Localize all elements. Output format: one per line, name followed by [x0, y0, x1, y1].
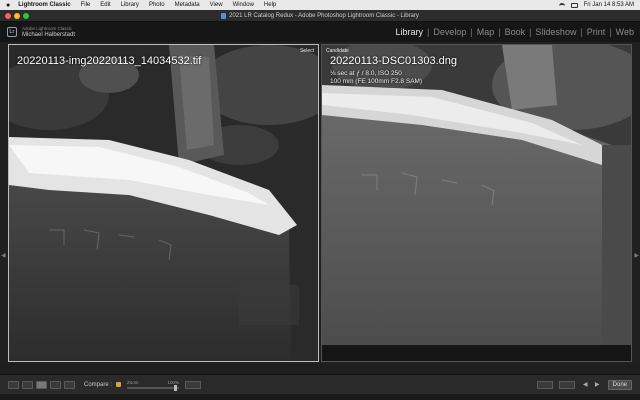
loupe-view-button[interactable] [22, 380, 33, 389]
module-library[interactable]: Library [395, 27, 423, 37]
previous-photo-arrow-icon[interactable]: ◀ [581, 381, 590, 388]
select-filename: 20220113-img20220113_14034532.tif [17, 55, 202, 67]
module-print[interactable]: Print [587, 27, 606, 37]
select-pane[interactable]: Select 20220113-img20220113_14034532.tif [8, 44, 319, 362]
module-separator: | [609, 27, 612, 37]
close-window-button[interactable] [5, 13, 11, 19]
identity-plate: Lr Adobe Lightroom Classic Michael Halbe… [0, 22, 640, 42]
wifi-icon[interactable] [558, 2, 565, 8]
module-separator: | [529, 27, 532, 37]
identity-user-name: Michael Halberstadt [22, 32, 76, 38]
zoom-label: Zoom [127, 380, 139, 385]
module-web[interactable]: Web [616, 27, 634, 37]
menu-library[interactable]: Library [121, 2, 139, 8]
menu-clock[interactable]: Fri Jan 14 8:53 AM [584, 2, 634, 8]
toolbar-right-controls: ◀ ▶ Done [536, 379, 632, 390]
zoom-control: Zoom 100% [127, 380, 180, 391]
window-title: 2021 LR Catalog Redux - Adobe Photoshop … [229, 12, 419, 19]
menu-app-name[interactable]: Lightroom Classic [18, 2, 70, 8]
select-photo [9, 45, 318, 361]
macos-menu-bar: ● Lightroom Classic File Edit Library Ph… [0, 0, 640, 10]
menu-file[interactable]: File [81, 2, 91, 8]
window-title-bar: 2021 LR Catalog Redux - Adobe Photoshop … [0, 10, 640, 22]
module-book[interactable]: Book [505, 27, 526, 37]
grid-view-button[interactable] [8, 380, 19, 389]
menu-view[interactable]: View [210, 2, 223, 8]
zoom-slider[interactable] [127, 385, 180, 391]
menu-photo[interactable]: Photo [149, 2, 165, 8]
menu-help[interactable]: Help [264, 2, 276, 8]
candidate-exposure: ⅛ sec at ƒ / 8.0, ISO 250 [330, 70, 402, 77]
compare-label: Compare : [84, 381, 113, 388]
maximize-window-button[interactable] [23, 13, 29, 19]
sync-button[interactable] [185, 380, 202, 389]
battery-icon[interactable] [570, 2, 578, 8]
candidate-lens: 100 mm (FE 100mm F2.8 SAM) [330, 78, 423, 85]
people-view-button[interactable] [64, 380, 75, 389]
candidate-filename: 20220113-DSC01303.dng [330, 55, 458, 67]
module-picker: Library | Develop | Map | Book | Slidesh… [395, 27, 634, 37]
menu-edit[interactable]: Edit [100, 2, 110, 8]
next-photo-arrow-icon[interactable]: ▶ [593, 381, 602, 388]
candidate-exif-info: ⅛ sec at ƒ / 8.0, ISO 250 100 mm (FE 100… [330, 70, 422, 86]
module-develop[interactable]: Develop [433, 27, 466, 37]
filmstrip-edge [0, 394, 640, 400]
menu-metadata[interactable]: Metadata [175, 2, 200, 8]
menu-status-area: Fri Jan 14 8:53 AM [558, 2, 634, 8]
identity-text: Adobe Lightroom Classic Michael Halberst… [22, 26, 75, 38]
catalog-document-icon [221, 12, 227, 19]
menu-window[interactable]: Window [233, 2, 254, 8]
module-separator: | [498, 27, 501, 37]
module-map[interactable]: Map [477, 27, 495, 37]
lock-icon[interactable] [116, 382, 122, 387]
done-button[interactable]: Done [607, 379, 632, 390]
window-controls [5, 13, 29, 19]
swap-button[interactable] [536, 380, 553, 389]
survey-view-button[interactable] [50, 380, 61, 389]
select-tag: Select [300, 48, 314, 54]
right-panel-toggle-icon[interactable]: ▶ [634, 252, 639, 259]
zoom-slider-thumb[interactable] [173, 385, 177, 391]
module-separator: | [426, 27, 430, 37]
candidate-pane[interactable]: Candidate 20220113-DSC01303.dng ⅛ sec at… [321, 44, 632, 362]
compare-view-button[interactable] [36, 380, 47, 389]
left-panel-toggle-icon[interactable]: ◀ [1, 252, 6, 259]
candidate-tag: Candidate [326, 48, 349, 54]
module-slideshow[interactable]: Slideshow [535, 27, 576, 37]
candidate-photo [322, 45, 631, 361]
compare-view: ◀ ▶ Select 20220113-img20220113_14034532… [0, 42, 640, 364]
compare-toolbar: Compare : Zoom 100% ◀ ▶ Done [0, 374, 640, 394]
lightroom-logo: Lr [7, 27, 17, 37]
make-select-button[interactable] [558, 380, 575, 389]
minimize-window-button[interactable] [14, 13, 20, 19]
module-separator: | [580, 27, 583, 37]
module-separator: | [470, 27, 473, 37]
apple-menu-icon[interactable]: ● [6, 2, 10, 9]
